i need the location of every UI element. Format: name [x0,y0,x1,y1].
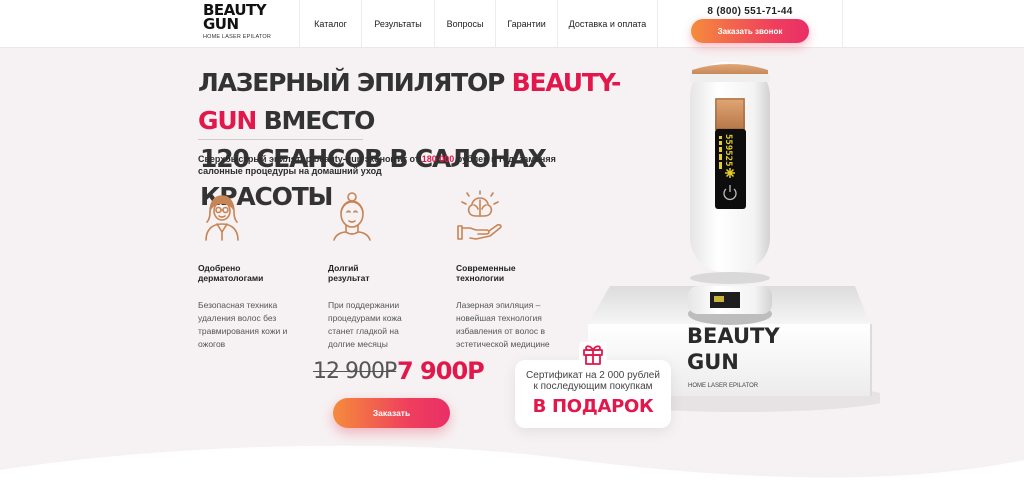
display-readout: 559525 [723,134,733,167]
logo-subtitle: HOME LASER EPILATOR [203,34,272,40]
box-subtitle: HOME LASER EPILATOR [688,383,759,389]
old-price: 12 900Р [313,359,397,384]
headline-line1: ЛАЗЕРНЫЙ ЭПИЛЯТОР BEAUTY-GUN ВМЕСТО [198,64,638,140]
hero-subtitle: Сверхбыстрый эпилятор beauty-gun экономи… [198,153,588,177]
nav-item-delivery[interactable]: Доставка и оплата [558,0,658,48]
phone-number[interactable]: 8 (800) 551-71-44 [690,6,810,17]
nav-item-questions[interactable]: Вопросы [435,0,496,48]
feature-text: При поддержании процедурами кожа станет … [328,300,402,349]
headline-part1: ЛАЗЕРНЫЙ ЭПИЛЯТОР [198,68,512,97]
feature-technology: Современные технологии Лазерная эпиляция… [456,190,576,351]
headline-part2: ВМЕСТО [256,106,376,135]
feature-lasting: Долгий результат При поддержании процеду… [328,190,448,351]
nav-item-results[interactable]: Результаты [362,0,435,48]
subtitle-accent: 180 000 [421,154,455,164]
bottom-wave [0,445,1024,494]
feature-text: Лазерная эпиляция – новейшая технология … [456,300,550,349]
brain-hand-icon [457,190,502,240]
nav-item-guarantees[interactable]: Гарантии [496,0,558,48]
gift-icon [579,342,607,366]
header-divider [842,0,843,48]
feature-title: Одобрено дерматологами [198,263,264,283]
gift-text: Сертификат на 2 000 рублей к последующим… [526,370,660,392]
headline-divider [198,139,363,140]
doctor-icon [205,195,239,241]
order-button[interactable]: Заказать [333,398,450,428]
feature-title: Современные технологии [456,263,516,283]
gift-card: Сертификат на 2 000 рублей к последующим… [515,360,671,428]
box-brand: BEAUTY GUN [687,324,780,374]
logo-title: BEAUTY GUN [203,1,267,33]
gift-accent: В ПОДАРОК [532,396,654,417]
woman-face-icon [333,192,371,241]
feature-approved: Одобрено дерматологами Безопасная техник… [198,190,318,351]
new-price: 7 900Р [397,357,485,385]
feature-title: Долгий результат [328,263,370,283]
call-request-button[interactable]: Заказать звонок [691,19,809,43]
nav-item-catalog[interactable]: Каталог [300,0,362,48]
feature-text: Безопасная техника удаления волос без тр… [198,300,288,349]
subtitle-part1: Сверхбыстрый эпилятор beauty-gun экономи… [198,154,422,164]
site-header: BEAUTY GUN HOME LASER EPILATOR Каталог Р… [0,0,1024,48]
main-nav: Каталог Результаты Вопросы Гарантии Дост… [300,0,658,48]
logo[interactable]: BEAUTY GUN HOME LASER EPILATOR [183,0,300,48]
